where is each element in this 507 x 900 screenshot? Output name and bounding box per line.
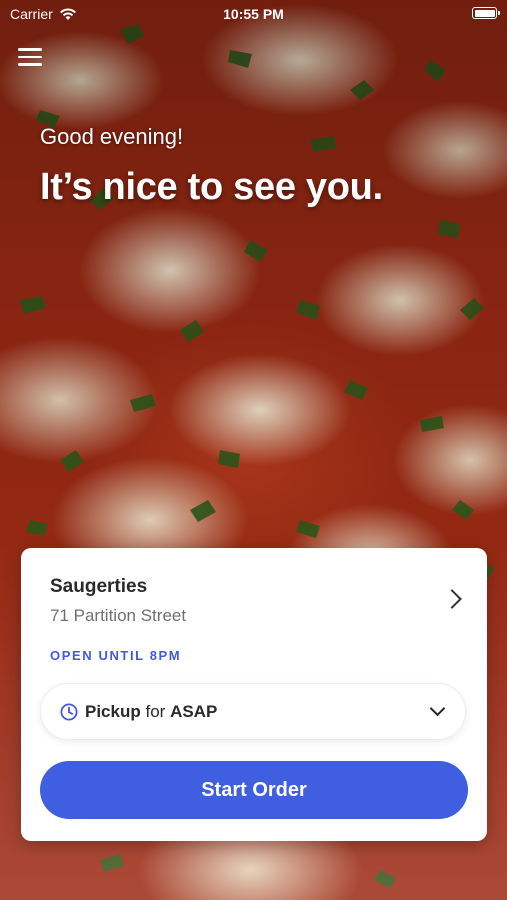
battery-icon: [472, 7, 500, 19]
location-card: Saugerties 71 Partition Street OPEN UNTI…: [21, 548, 487, 841]
order-mode-text: Pickup for ASAP: [85, 702, 217, 722]
location-address: 71 Partition Street: [50, 606, 187, 625]
clock-icon: [60, 703, 78, 721]
location-selector[interactable]: Saugerties 71 Partition Street: [50, 576, 463, 632]
clock-time: 10:55 PM: [223, 6, 284, 22]
chevron-down-icon: [429, 700, 446, 717]
hamburger-menu-icon[interactable]: [18, 48, 42, 68]
status-bar: Carrier 10:55 PM: [0, 0, 507, 28]
welcome-headline: It’s nice to see you.: [40, 166, 383, 208]
start-order-button[interactable]: Start Order: [40, 761, 468, 819]
order-time-value: ASAP: [170, 702, 218, 721]
greeting-text: Good evening!: [40, 124, 184, 149]
home-screen: Carrier 10:55 PM Good evening! It’s nice…: [0, 0, 507, 900]
location-name: Saugerties: [50, 576, 148, 597]
store-hours-label: OPEN UNTIL 8PM: [50, 648, 182, 663]
order-mode-dropdown[interactable]: Pickup for ASAP: [40, 683, 466, 740]
order-mode-value: Pickup: [85, 702, 141, 721]
order-mode-connector: for: [145, 702, 166, 721]
